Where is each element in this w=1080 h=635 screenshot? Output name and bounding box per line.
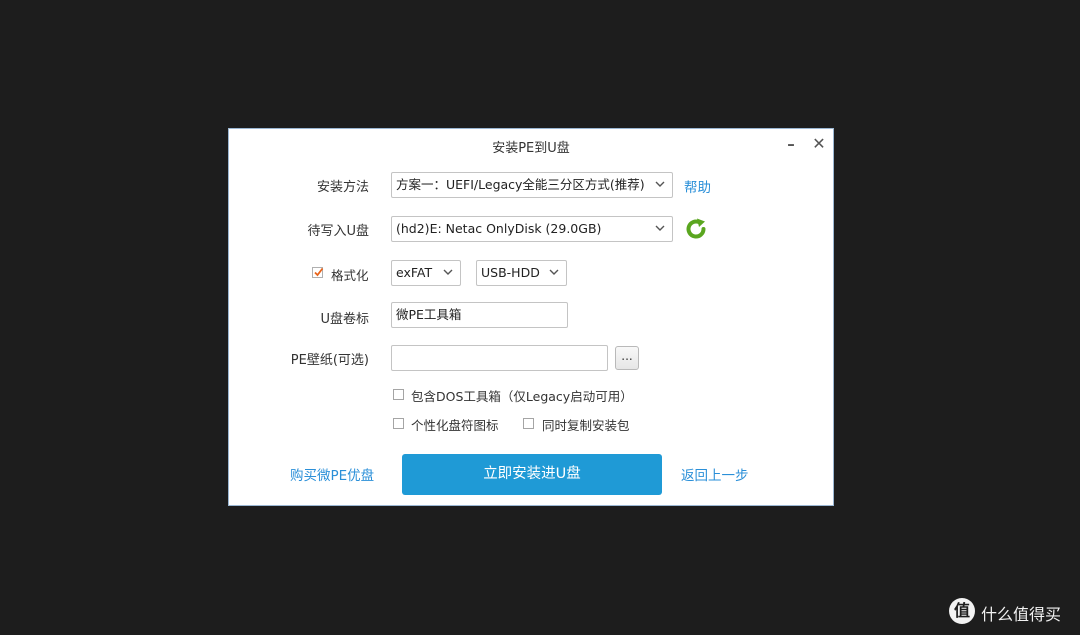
install-method-label: 安装方法 [316, 180, 369, 195]
back-link[interactable]: 返回上一步 [681, 464, 749, 484]
target-disk-value: (hd2)E: Netac OnlyDisk (29.0GB) [396, 221, 602, 236]
include-dos-label: 包含DOS工具箱（仅Legacy启动可用） [411, 389, 633, 404]
format-label: 格式化 [331, 268, 369, 283]
volume-label-label: U盘卷标 [320, 312, 369, 327]
filesystem-select[interactable]: exFAT [391, 260, 461, 286]
watermark-logo-icon: 值 [949, 598, 975, 624]
wallpaper-label: PE壁纸(可选) [290, 353, 369, 368]
browse-button[interactable]: ... [615, 346, 639, 370]
chevron-down-icon [443, 261, 455, 285]
format-checkbox[interactable] [312, 267, 324, 278]
target-disk-label: 待写入U盘 [307, 224, 369, 239]
volume-label-input[interactable]: 微PE工具箱 [391, 302, 568, 328]
copy-package-label: 同时复制安装包 [542, 418, 630, 433]
chevron-down-icon [655, 217, 667, 241]
title-bar[interactable]: 安装PE到U盘 – ✕ [229, 129, 833, 161]
chevron-down-icon [655, 173, 667, 197]
copy-package-checkbox[interactable] [523, 418, 534, 429]
install-method-select[interactable]: 方案一：UEFI/Legacy全能三分区方式(推荐) [391, 172, 673, 198]
wallpaper-input[interactable] [391, 345, 608, 371]
boot-mode-value: USB-HDD [481, 265, 540, 280]
boot-mode-select[interactable]: USB-HDD [476, 260, 567, 286]
minimize-button[interactable]: – [781, 134, 801, 154]
custom-icon-checkbox[interactable] [393, 418, 404, 429]
filesystem-value: exFAT [396, 265, 433, 280]
watermark-text: 什么值得买 [981, 605, 1062, 624]
refresh-icon[interactable] [684, 217, 708, 241]
custom-icon-label: 个性化盘符图标 [411, 418, 499, 433]
target-disk-select[interactable]: (hd2)E: Netac OnlyDisk (29.0GB) [391, 216, 673, 242]
help-link[interactable]: 帮助 [684, 176, 711, 196]
install-method-value: 方案一：UEFI/Legacy全能三分区方式(推荐) [396, 177, 645, 192]
buy-usb-link[interactable]: 购买微PE优盘 [290, 464, 374, 484]
chevron-down-icon [549, 261, 561, 285]
close-button[interactable]: ✕ [809, 134, 829, 154]
install-now-button[interactable]: 立即安装进U盘 [402, 454, 662, 495]
include-dos-checkbox[interactable] [393, 389, 404, 400]
install-pe-dialog: 安装PE到U盘 – ✕ 安装方法 方案一：UEFI/Legacy全能三分区方式(… [228, 128, 834, 506]
window-title: 安装PE到U盘 [492, 141, 570, 156]
